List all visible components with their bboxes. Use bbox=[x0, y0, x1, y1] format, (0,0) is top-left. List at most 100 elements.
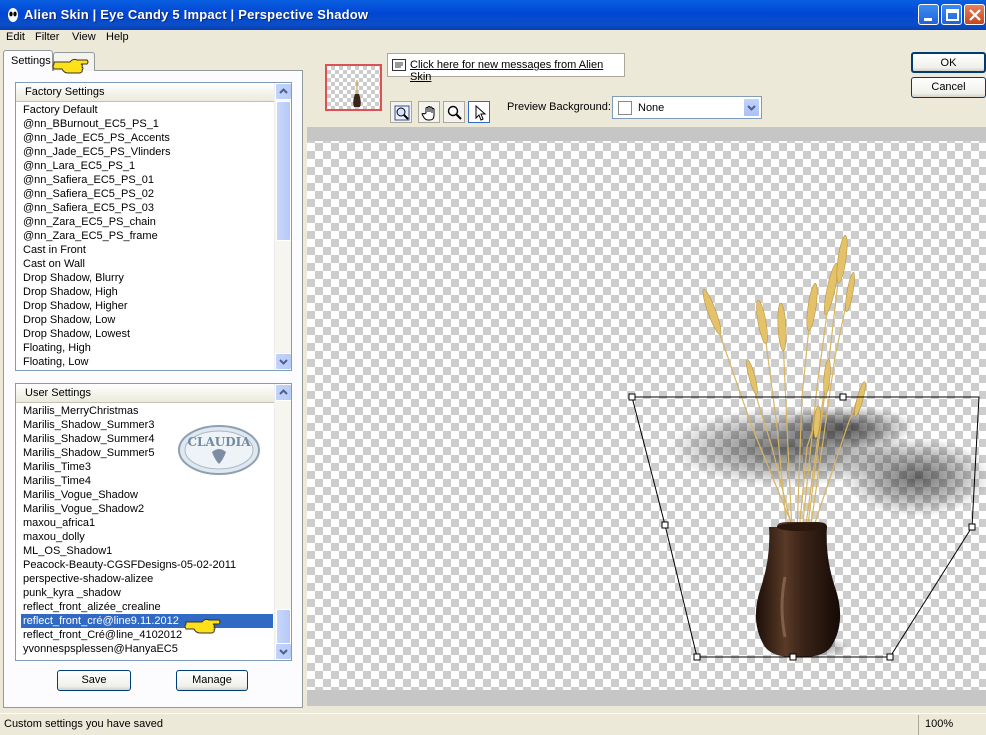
list-item[interactable]: Marilis_Vogue_Shadow bbox=[21, 488, 273, 502]
preview-image bbox=[628, 234, 986, 661]
list-item[interactable]: Drop Shadow, Low bbox=[21, 313, 273, 327]
magnifier-icon bbox=[447, 105, 462, 120]
save-button[interactable]: Save bbox=[57, 670, 131, 691]
handle-left-middle[interactable] bbox=[661, 521, 669, 529]
preview-background-label: Preview Background: bbox=[507, 101, 611, 113]
preview-background-value: None bbox=[638, 102, 665, 114]
scroll-down-arrow[interactable] bbox=[275, 643, 291, 660]
preview-thumbnail[interactable] bbox=[325, 64, 382, 111]
close-icon bbox=[969, 9, 981, 21]
user-settings-header: User Settings bbox=[16, 384, 291, 403]
ok-button[interactable]: OK bbox=[911, 52, 986, 73]
user-settings-list[interactable]: User Settings Marilis_MerryChristmas Mari… bbox=[15, 383, 292, 661]
maximize-icon bbox=[946, 9, 959, 21]
list-item[interactable]: @nn_Lara_EC5_PS_1 bbox=[21, 159, 273, 173]
chevron-up-icon bbox=[279, 88, 288, 94]
list-item[interactable]: Factory Default bbox=[21, 103, 273, 117]
cancel-button[interactable]: Cancel bbox=[911, 77, 986, 98]
preview-background-select[interactable]: None bbox=[612, 96, 762, 119]
status-bar: Custom settings you have saved 100% bbox=[0, 713, 986, 735]
menu-help[interactable]: Help bbox=[106, 31, 129, 43]
handle-right-middle[interactable] bbox=[968, 523, 976, 531]
list-item[interactable]: punk_kyra _shadow bbox=[21, 586, 273, 600]
user-settings-title: User Settings bbox=[25, 387, 92, 399]
list-item[interactable]: Peacock-Beauty-CGSFDesigns-05-02-2011 bbox=[21, 558, 273, 572]
user-scrollbar[interactable] bbox=[274, 384, 291, 660]
list-item[interactable]: @nn_BBurnout_EC5_PS_1 bbox=[21, 117, 273, 131]
watermark-text: CLAUDIA bbox=[187, 435, 251, 449]
minimize-icon bbox=[924, 18, 932, 21]
tab-settings[interactable]: Settings bbox=[3, 50, 53, 71]
pointing-hand-icon bbox=[52, 58, 89, 74]
scroll-down-arrow[interactable] bbox=[275, 353, 291, 370]
handle-bottom-left[interactable] bbox=[693, 653, 701, 661]
message-icon bbox=[392, 59, 406, 71]
vase bbox=[755, 522, 841, 657]
zoom-fit-tool[interactable] bbox=[390, 101, 412, 123]
list-item[interactable]: Marilis_Vogue_Shadow2 bbox=[21, 502, 273, 516]
preview-top-band bbox=[307, 127, 986, 141]
handle-top-left[interactable] bbox=[628, 393, 636, 401]
list-item[interactable]: Floating, High bbox=[21, 341, 273, 355]
list-item[interactable]: maxou_africa1 bbox=[21, 516, 273, 530]
list-item[interactable]: @nn_Zara_EC5_PS_frame bbox=[21, 229, 273, 243]
chevron-down-icon bbox=[279, 649, 288, 655]
list-item[interactable]: @nn_Safiera_EC5_PS_03 bbox=[21, 201, 273, 215]
list-item[interactable]: Drop Shadow, Lowest bbox=[21, 327, 273, 341]
list-item[interactable]: perspective-shadow-alizee bbox=[21, 572, 273, 586]
list-item[interactable]: Drop Shadow, High bbox=[21, 285, 273, 299]
factory-scroll-thumb[interactable] bbox=[276, 101, 291, 241]
factory-items: Factory Default @nn_BBurnout_EC5_PS_1 @nn_… bbox=[21, 103, 273, 369]
list-item[interactable]: @nn_Safiera_EC5_PS_01 bbox=[21, 173, 273, 187]
title-bar: Alien Skin | Eye Candy 5 Impact | Perspe… bbox=[0, 0, 986, 30]
factory-scrollbar[interactable] bbox=[274, 83, 291, 370]
pointer-tool[interactable] bbox=[468, 101, 490, 123]
handle-bottom-middle[interactable] bbox=[789, 653, 797, 661]
list-item[interactable]: maxou_dolly bbox=[21, 530, 273, 544]
menu-filter[interactable]: Filter bbox=[35, 31, 59, 43]
preview-canvas[interactable] bbox=[307, 127, 986, 706]
list-item[interactable]: reflect_front_alizée_crealine bbox=[21, 600, 273, 614]
maximize-button[interactable] bbox=[941, 4, 962, 25]
close-button[interactable] bbox=[964, 4, 985, 25]
list-item[interactable]: @nn_Safiera_EC5_PS_02 bbox=[21, 187, 273, 201]
arrow-pointer-icon bbox=[475, 104, 487, 121]
list-item[interactable]: @nn_Zara_EC5_PS_chain bbox=[21, 215, 273, 229]
dropdown-arrow[interactable] bbox=[743, 98, 760, 117]
list-item[interactable]: Floating, Low bbox=[21, 355, 273, 369]
zoom-tool[interactable] bbox=[443, 101, 465, 123]
manage-button[interactable]: Manage bbox=[176, 670, 248, 691]
menu-view[interactable]: View bbox=[72, 31, 96, 43]
handle-top-middle[interactable] bbox=[839, 393, 847, 401]
list-item[interactable]: @nn_Jade_EC5_PS_Accents bbox=[21, 131, 273, 145]
list-item[interactable]: Drop Shadow, Blurry bbox=[21, 271, 273, 285]
list-item[interactable]: Marilis_MerryChristmas bbox=[21, 404, 273, 418]
handle-bottom-right[interactable] bbox=[886, 653, 894, 661]
list-item[interactable]: Cast in Front bbox=[21, 243, 273, 257]
zoom-cell: 100% bbox=[918, 715, 986, 735]
zoom-fit-icon bbox=[394, 105, 410, 121]
factory-settings-list[interactable]: Factory Settings Factory Default @nn_BBur… bbox=[15, 82, 292, 371]
factory-settings-title: Factory Settings bbox=[25, 86, 105, 98]
scroll-up-arrow[interactable] bbox=[275, 384, 291, 401]
zoom-level: 100% bbox=[925, 718, 954, 730]
messages-box[interactable]: Click here for new messages from Alien S… bbox=[387, 53, 625, 83]
list-item[interactable]: reflect_front_Cré@line_4102012 bbox=[21, 628, 273, 642]
thumbnail-vase-image bbox=[353, 80, 361, 107]
list-item[interactable]: Drop Shadow, Higher bbox=[21, 299, 273, 313]
tab-settings-label: Settings bbox=[11, 55, 51, 67]
messages-link[interactable]: Click here for new messages from Alien S… bbox=[410, 59, 624, 83]
user-scroll-thumb[interactable] bbox=[276, 609, 291, 644]
list-item[interactable]: reflect_front_cré@line9.11.2012 bbox=[20, 613, 274, 629]
chevron-down-icon bbox=[747, 105, 756, 111]
minimize-button[interactable] bbox=[918, 4, 939, 25]
claudia-watermark-logo: CLAUDIA bbox=[178, 425, 260, 475]
list-item[interactable]: @nn_Jade_EC5_PS_Vlinders bbox=[21, 145, 273, 159]
list-item[interactable]: Cast on Wall bbox=[21, 257, 273, 271]
scroll-up-arrow[interactable] bbox=[275, 83, 291, 100]
list-item[interactable]: yvonnespsplessen@HanyaEC5 bbox=[21, 642, 273, 656]
hand-tool[interactable] bbox=[418, 101, 440, 123]
menu-edit[interactable]: Edit bbox=[6, 31, 25, 43]
list-item[interactable]: ML_OS_Shadow1 bbox=[21, 544, 273, 558]
preview-bottom-band bbox=[307, 690, 986, 706]
